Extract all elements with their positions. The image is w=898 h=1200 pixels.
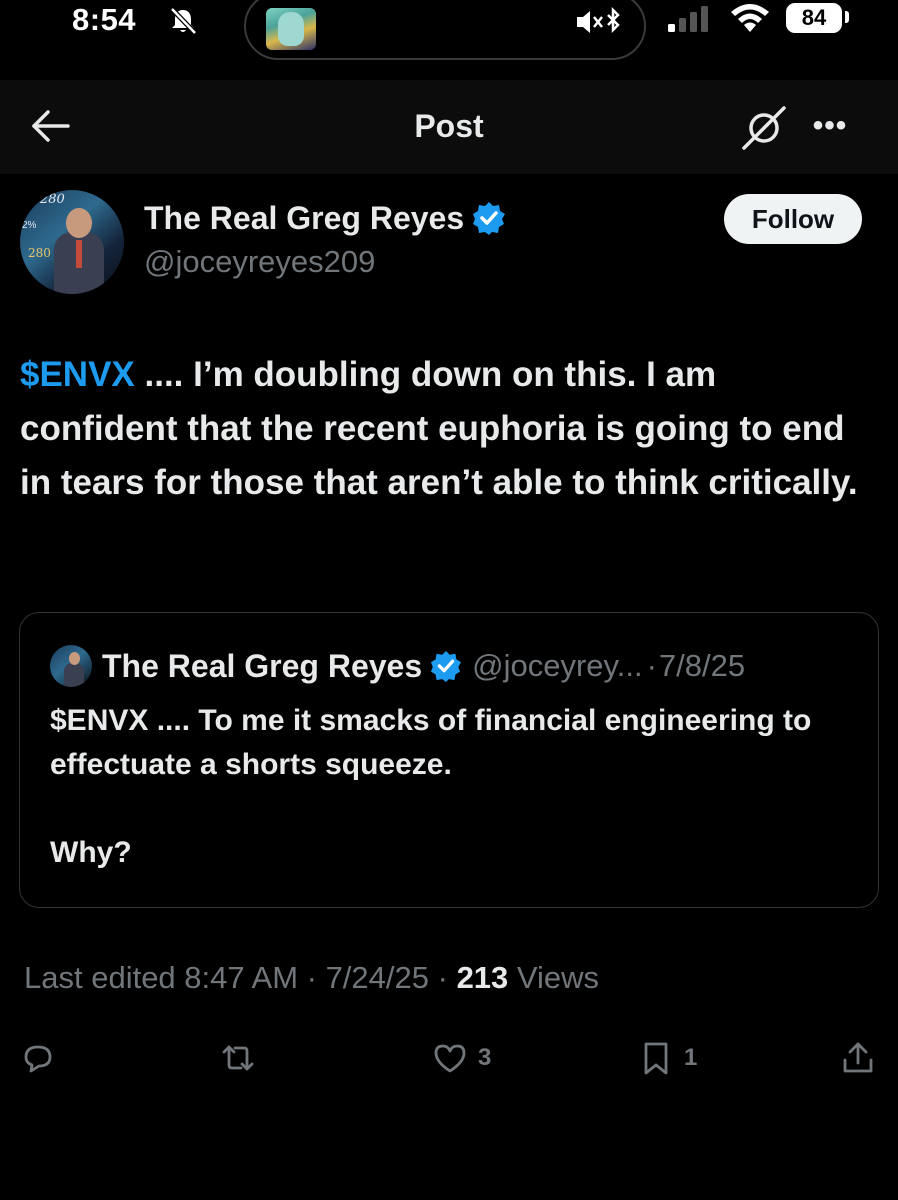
quoted-post-line: $ENVX .... To me it smacks of financial … — [50, 704, 812, 781]
quoted-post-text: $ENVX .... To me it smacks of financial … — [50, 699, 850, 919]
bookmark-button[interactable]: 1 — [636, 1030, 697, 1086]
repost-button[interactable] — [218, 1030, 258, 1086]
repost-icon — [222, 1045, 254, 1071]
mute-bluetooth-icon — [577, 6, 620, 34]
quoted-author-handle: @joceyrey... — [472, 648, 643, 683]
share-button[interactable] — [838, 1030, 878, 1086]
verified-badge-icon — [431, 650, 462, 682]
follow-button[interactable]: Follow — [724, 194, 862, 244]
post-meta: Last edited 8:47 AM · 7/24/25 · 213 View… — [24, 960, 600, 995]
edited-timestamp[interactable]: Last edited 8:47 AM · 7/24/25 — [24, 960, 429, 995]
quoted-author-avatar — [50, 645, 92, 687]
quoted-post-line: Why? — [50, 836, 132, 869]
bookmark-count: 1 — [684, 1044, 698, 1071]
status-bar: 8:54 84 — [0, 0, 898, 60]
more-options-icon[interactable]: ••• — [806, 106, 854, 146]
cashtag-link[interactable]: $ENVX — [20, 355, 135, 394]
like-button[interactable]: 3 — [430, 1030, 491, 1086]
bell-muted-icon — [170, 7, 197, 35]
bookmark-icon — [644, 1042, 668, 1075]
action-bar: 3 1 — [0, 1030, 898, 1090]
cellular-signal-icon — [668, 6, 708, 32]
grok-icon[interactable] — [740, 104, 788, 152]
author-name-row[interactable]: The Real Greg Reyes — [144, 196, 506, 240]
quoted-post-header: The Real Greg Reyes @joceyrey... · 7/8/2… — [102, 643, 745, 689]
heart-icon — [434, 1044, 466, 1073]
share-icon — [843, 1042, 873, 1073]
quoted-post[interactable]: The Real Greg Reyes @joceyrey... · 7/8/2… — [19, 612, 879, 908]
status-time: 8:54 — [72, 2, 137, 37]
battery-tip — [845, 11, 849, 23]
quoted-post-date: 7/8/25 — [658, 648, 746, 683]
verified-badge-icon — [473, 202, 506, 235]
views-count: 213 — [456, 960, 509, 995]
reply-button[interactable] — [18, 1030, 58, 1086]
author-avatar[interactable]: 280 2% 280 — [20, 190, 124, 294]
battery-indicator: 84 — [786, 3, 842, 33]
author-name[interactable]: The Real Greg Reyes — [144, 200, 464, 237]
wifi-icon — [731, 4, 769, 32]
like-count: 3 — [478, 1044, 492, 1071]
now-playing-artwork — [266, 8, 316, 50]
author-handle[interactable]: @joceyreyes209 — [144, 244, 375, 280]
post-text: $ENVX .... I’m doubling down on this. I … — [20, 348, 870, 510]
reply-icon — [24, 1045, 52, 1073]
views-label: Views — [516, 960, 600, 995]
quoted-author-name: The Real Greg Reyes — [102, 647, 423, 684]
top-nav: Post ••• — [0, 80, 898, 174]
post-body: .... I’m doubling down on this. I am con… — [20, 355, 858, 502]
dynamic-island[interactable] — [244, 0, 646, 60]
separator-dot: · — [646, 648, 657, 683]
